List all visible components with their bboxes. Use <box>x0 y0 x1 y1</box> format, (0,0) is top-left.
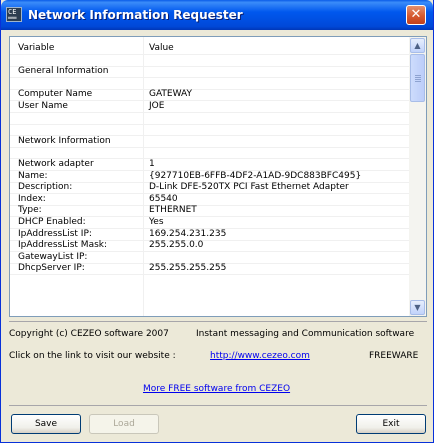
value-cell: D-Link DFE-520TX PCI Fast Ethernet Adapt… <box>149 182 349 192</box>
license-text: FREEWARE <box>369 351 419 361</box>
divider <box>9 321 427 322</box>
tagline-text: Instant messaging and Communication soft… <box>196 329 415 339</box>
thumb-grip <box>415 75 421 76</box>
value-cell: Value <box>149 43 174 53</box>
close-button[interactable]: ✕ <box>406 5 426 25</box>
window-title: Network Information Requester <box>28 8 243 22</box>
app-window: CE ══ Network Information Requester ✕ Va… <box>0 0 434 443</box>
value-cell: ETHERNET <box>149 205 197 215</box>
variable-cell: DHCP Enabled: <box>18 217 86 227</box>
visit-website-text: Click on the link to visit our website : <box>9 351 176 361</box>
list-row[interactable]: Network adapter 1 <box>10 158 410 170</box>
divider <box>9 405 427 406</box>
exit-button[interactable]: Exit <box>356 414 426 434</box>
variable-cell: Network adapter <box>18 159 94 169</box>
row-gridline <box>10 274 410 275</box>
scroll-thumb[interactable] <box>410 54 425 102</box>
thumb-grip <box>415 81 421 82</box>
app-icon: CE ══ <box>6 7 22 22</box>
variable-cell: IpAddressList Mask: <box>18 240 108 250</box>
list-row[interactable]: Description: D-Link DFE-520TX PCI Fast Et… <box>10 181 410 193</box>
value-cell: 255.255.0.0 <box>149 240 204 250</box>
title-bar[interactable]: CE ══ Network Information Requester ✕ <box>1 0 433 30</box>
variable-cell: General Information <box>18 66 109 76</box>
variable-cell: Computer Name <box>18 89 93 99</box>
vertical-scrollbar[interactable]: ▲ ▼ <box>409 37 426 316</box>
variable-cell: Type: <box>18 205 42 215</box>
variable-cell: Variable <box>18 43 55 53</box>
list-row[interactable]: Type: ETHERNET <box>10 204 410 216</box>
copyright-text: Copyright (c) CEZEO software 2007 <box>9 329 169 339</box>
list-row[interactable]: DhcpServer IP: 255.255.255.255 <box>10 262 410 274</box>
thumb-grip <box>415 79 421 80</box>
list-row[interactable] <box>10 123 410 135</box>
network-info-list[interactable]: Variable Value General Information Computer… <box>9 36 427 317</box>
value-cell: 255.255.255.255 <box>149 263 227 273</box>
column-gridline <box>143 37 144 316</box>
scroll-up-button[interactable]: ▲ <box>410 38 425 53</box>
list-row[interactable]: General Information <box>10 65 410 77</box>
variable-cell: DhcpServer IP: <box>18 263 85 273</box>
scroll-down-button[interactable]: ▼ <box>410 300 425 315</box>
save-button[interactable]: Save <box>11 414 81 434</box>
list-row[interactable]: Computer Name GATEWAY <box>10 88 410 100</box>
list-row[interactable]: Variable Value <box>10 42 410 54</box>
website-link[interactable]: http://www.cezeo.com <box>210 351 310 361</box>
list-row[interactable] <box>10 146 410 158</box>
value-cell: JOE <box>149 101 165 111</box>
list-row[interactable]: User Name JOE <box>10 100 410 112</box>
more-software-link[interactable]: More FREE software from CEZEO <box>143 384 290 394</box>
variable-cell: User Name <box>18 101 68 111</box>
list-row[interactable]: IpAddressList Mask: 255.255.0.0 <box>10 239 410 251</box>
thumb-grip <box>415 77 421 78</box>
value-cell: 1 <box>149 159 155 169</box>
load-button[interactable]: Load <box>89 414 159 434</box>
value-cell: Yes <box>149 217 164 227</box>
variable-cell: Description: <box>18 182 73 192</box>
list-row[interactable]: DHCP Enabled: Yes <box>10 216 410 228</box>
value-cell: GATEWAY <box>149 89 192 99</box>
